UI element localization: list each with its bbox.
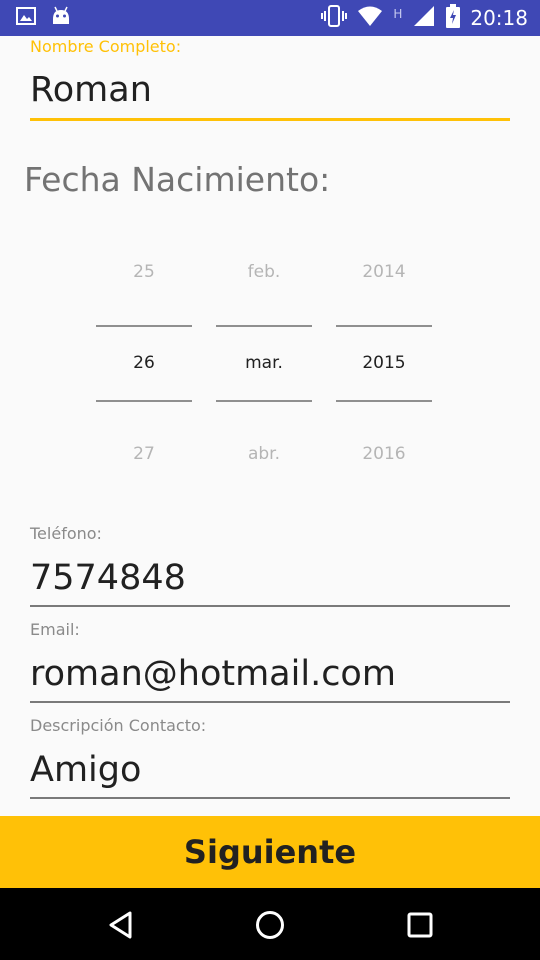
- birth-date-title: Fecha Nacimiento:: [24, 160, 331, 199]
- phone-label: Teléfono:: [30, 524, 102, 543]
- back-icon[interactable]: [104, 908, 138, 942]
- name-underline: [30, 118, 510, 121]
- image-icon: [16, 6, 36, 32]
- description-input[interactable]: Amigo: [30, 750, 141, 790]
- email-label: Email:: [30, 620, 80, 639]
- day-selected[interactable]: 26: [96, 353, 192, 373]
- month-divider-bottom: [216, 400, 312, 402]
- month-selected[interactable]: mar.: [216, 353, 312, 373]
- android-icon: [50, 6, 72, 32]
- phone-underline: [30, 605, 510, 607]
- name-input[interactable]: Roman: [30, 70, 152, 110]
- battery-icon: [446, 4, 461, 32]
- email-input[interactable]: roman@hotmail.com: [30, 654, 396, 694]
- signal-icon: [412, 4, 436, 32]
- navigation-bar: [0, 888, 540, 960]
- description-label: Descripción Contacto:: [30, 716, 207, 735]
- vibrate-icon: [321, 4, 348, 32]
- year-prev[interactable]: 2014: [336, 262, 432, 282]
- network-type-label: H: [393, 7, 403, 21]
- month-prev[interactable]: feb.: [216, 262, 312, 282]
- description-underline: [30, 797, 510, 799]
- year-selected[interactable]: 2015: [336, 353, 432, 373]
- day-prev[interactable]: 25: [96, 262, 192, 282]
- year-divider-top: [336, 325, 432, 327]
- email-underline: [30, 701, 510, 703]
- recents-icon[interactable]: [403, 908, 437, 942]
- day-divider-bottom: [96, 400, 192, 402]
- year-divider-bottom: [336, 400, 432, 402]
- year-next[interactable]: 2016: [336, 444, 432, 464]
- clock: 20:18: [470, 6, 528, 30]
- month-next[interactable]: abr.: [216, 444, 312, 464]
- month-divider-top: [216, 325, 312, 327]
- wifi-icon: [357, 5, 383, 31]
- name-label: Nombre Completo:: [30, 37, 182, 56]
- next-button[interactable]: Siguiente: [0, 816, 540, 888]
- day-next[interactable]: 27: [96, 444, 192, 464]
- phone-input[interactable]: 7574848: [30, 558, 186, 598]
- day-divider-top: [96, 325, 192, 327]
- home-icon[interactable]: [253, 908, 287, 942]
- status-bar: H 20:18: [0, 0, 540, 36]
